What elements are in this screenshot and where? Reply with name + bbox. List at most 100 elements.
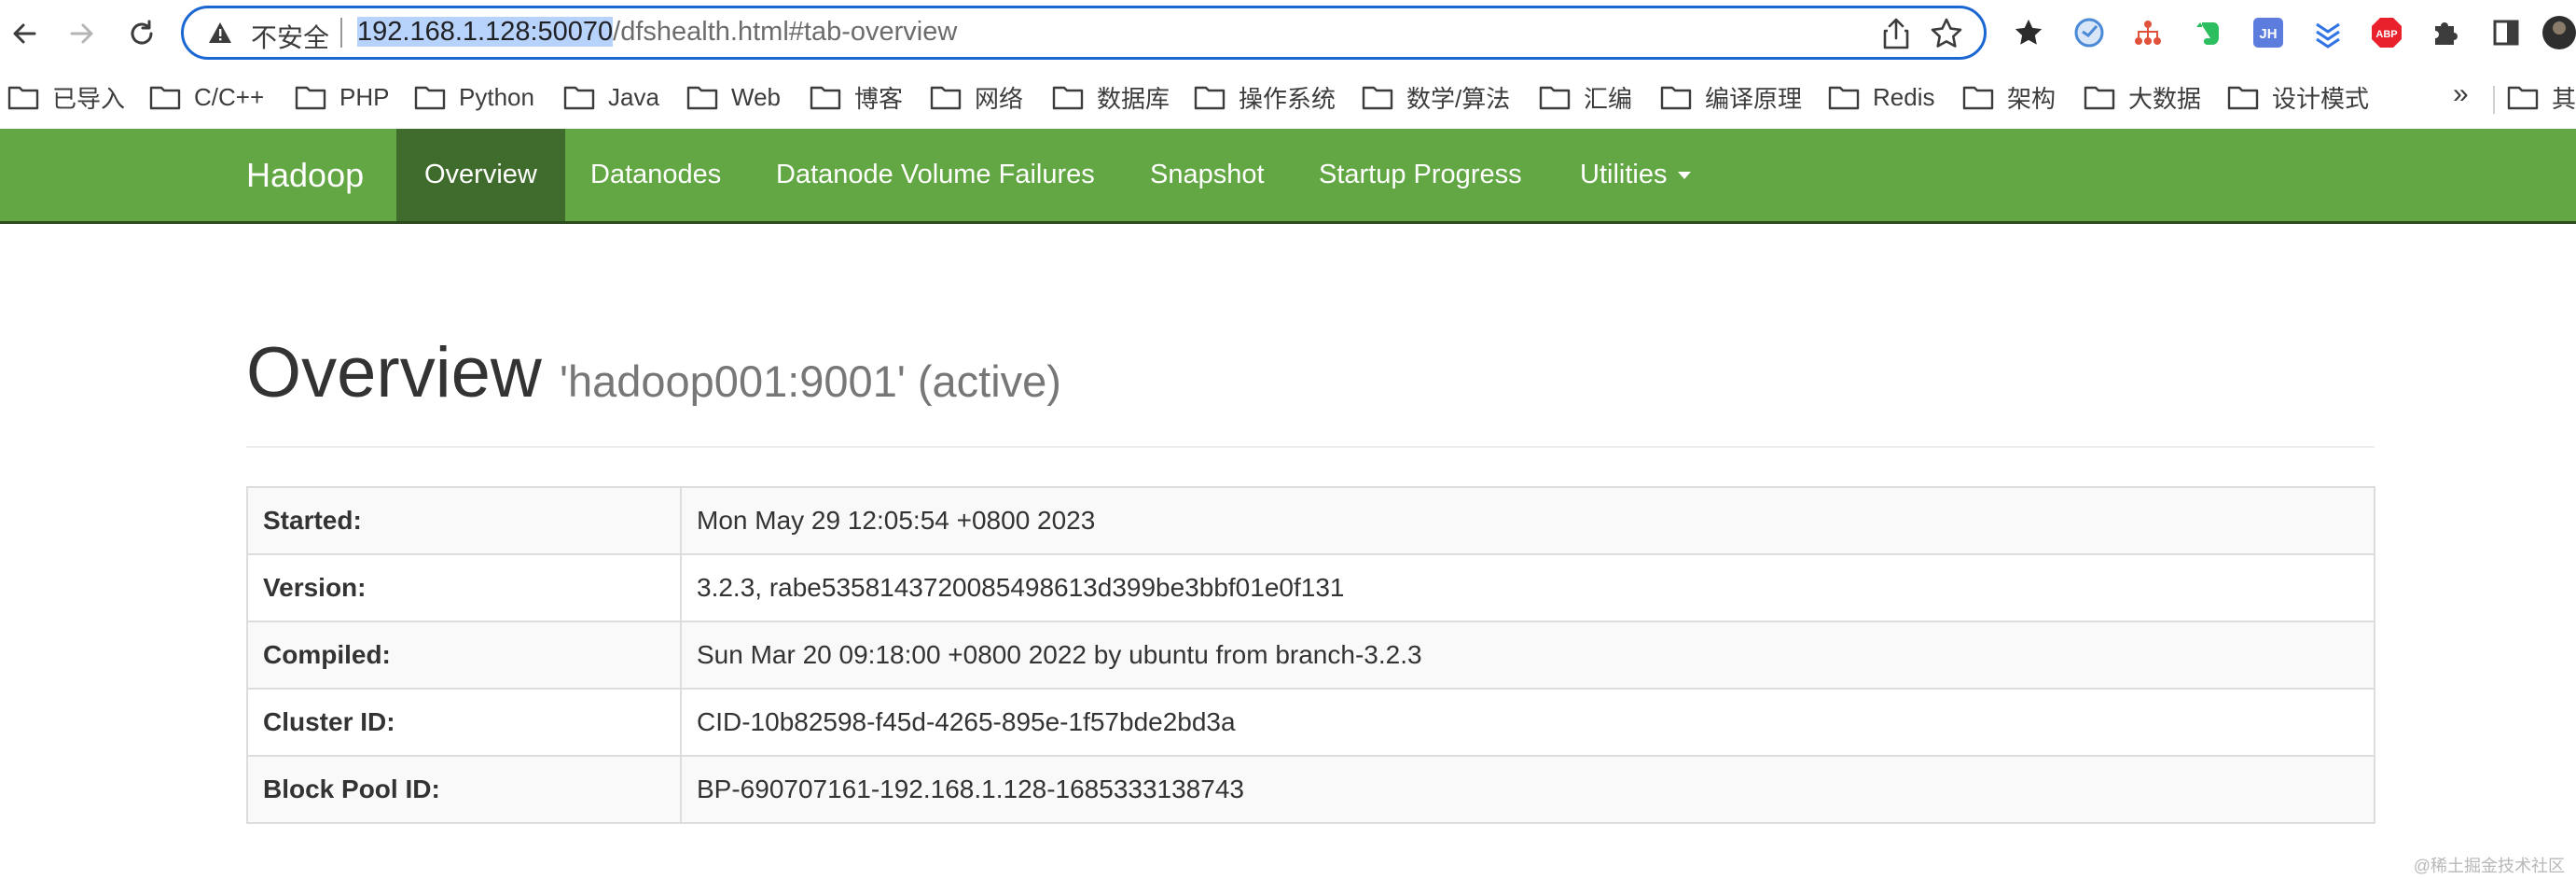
puzzle-icon (2435, 22, 2458, 45)
jh-extension[interactable]: JH (2251, 15, 2286, 50)
url-host: 192.168.1.128:50070 (357, 17, 614, 47)
insecure-label[interactable]: 不安全 (251, 18, 329, 55)
title-divider (246, 446, 2375, 448)
folder-icon (2084, 86, 2115, 110)
folder-icon (414, 86, 446, 110)
row-value: BP-690707161-192.168.1.128-1685333138743 (680, 755, 2375, 824)
bookmarks-overflow-button[interactable]: » (2453, 78, 2469, 110)
folder-icon (686, 86, 718, 110)
nav-volume-failures-label: Datanode Volume Failures (776, 160, 1095, 189)
bookmark-folder[interactable]: C/C++ (149, 80, 264, 114)
reload-button[interactable] (121, 13, 162, 54)
bookmark-label: 编译原理 (1705, 84, 1803, 113)
table-row: Compiled: Sun Mar 20 09:18:00 +0800 2022 … (246, 621, 2375, 690)
nav-utilities-dropdown[interactable]: Utilities (1552, 129, 1719, 221)
vpn-icon (2074, 18, 2104, 48)
folder-icon (1828, 86, 1860, 110)
svg-text:ABP: ABP (2375, 29, 2397, 40)
evernote-icon (2196, 22, 2219, 45)
row-label: Block Pool ID: (246, 755, 682, 824)
bookmark-label: Redis (1873, 82, 1935, 111)
folder-icon (1539, 86, 1571, 110)
network-extension[interactable] (2130, 15, 2166, 50)
bookmark-label: 博客 (854, 84, 904, 113)
bookmark-star-icon[interactable] (1930, 17, 1963, 50)
share-icon[interactable] (1881, 17, 1911, 50)
bookmark-label: 数学/算法 (1406, 84, 1511, 113)
bookmark-label: 设计模式 (2272, 84, 2370, 113)
nav-datanodes-label: Datanodes (590, 160, 722, 189)
nav-overview-label: Overview (424, 160, 537, 189)
nav-utilities-label: Utilities (1580, 160, 1668, 189)
page-title: Overview (246, 333, 542, 412)
bookmark-folder[interactable]: 网络 (930, 80, 1023, 114)
adblock-extension[interactable]: ABP (2369, 15, 2404, 50)
bookmark-folder[interactable]: 博客 (810, 80, 903, 114)
bookmark-folder[interactable]: Redis (1828, 80, 1934, 114)
browser-toolbar: 不安全 192.168.1.128:50070/dfshealth.html#t… (0, 0, 2576, 67)
bookmark-folder[interactable]: 汇编 (1539, 80, 1632, 114)
bookmark-label: C/C++ (194, 82, 265, 111)
download-extension[interactable] (2310, 15, 2346, 50)
bookmark-label: 数据库 (1097, 84, 1170, 113)
row-value: Sun Mar 20 09:18:00 +0800 2022 by ubuntu… (680, 621, 2375, 690)
bookmark-folder[interactable]: 大数据 (2084, 80, 2201, 114)
bookmark-folder[interactable]: 数据库 (1052, 80, 1170, 114)
bookmark-label: 架构 (2007, 84, 2057, 113)
forward-button[interactable] (62, 13, 103, 54)
starred-extension[interactable] (2011, 15, 2046, 50)
profile-button[interactable] (2539, 15, 2576, 50)
bookmark-folder[interactable]: Java (563, 80, 659, 114)
folder-icon (1052, 86, 1084, 110)
folder-icon (563, 86, 595, 110)
folder-icon (295, 86, 326, 110)
row-label: Cluster ID: (246, 688, 682, 757)
forward-arrow-icon (70, 23, 93, 44)
hadoop-brand[interactable]: Hadoop (246, 156, 364, 195)
nav-overview[interactable]: Overview (396, 129, 565, 221)
bookmark-folder[interactable]: 已导入 (7, 80, 125, 114)
nav-startup-progress[interactable]: Startup Progress (1291, 129, 1550, 221)
folder-icon (2507, 86, 2539, 110)
bookmarks-separator (2493, 86, 2495, 114)
bookmark-folder[interactable]: 数学/算法 (1362, 80, 1510, 114)
download-icon (2316, 22, 2340, 49)
overview-table: Started: Mon May 29 12:05:54 +0800 2023 Ve… (246, 486, 2375, 824)
nav-datanode-volume-failures[interactable]: Datanode Volume Failures (748, 129, 1123, 221)
bookmark-label: PHP (339, 82, 390, 111)
folder-icon (930, 86, 962, 110)
svg-text:JH: JH (2259, 26, 2277, 42)
folder-icon (2227, 86, 2259, 110)
url-path: /dfshealth.html#tab-overview (613, 17, 958, 47)
abp-icon: ABP (2372, 18, 2402, 48)
back-button[interactable] (4, 13, 45, 54)
watermark: @稀土掘金技术社区 (2413, 857, 2565, 875)
url-text[interactable]: 192.168.1.128:50070/dfshealth.html#tab-o… (357, 17, 957, 48)
bookmark-label: Java (608, 82, 659, 111)
back-arrow-icon (13, 23, 36, 44)
folder-icon (149, 86, 181, 110)
other-bookmarks-folder[interactable]: 其 (2507, 80, 2576, 114)
address-bar[interactable]: 不安全 192.168.1.128:50070/dfshealth.html#t… (181, 6, 1987, 60)
nav-datanodes[interactable]: Datanodes (562, 129, 749, 221)
extensions-menu-button[interactable] (2428, 15, 2463, 50)
evernote-extension[interactable] (2191, 15, 2226, 50)
bookmark-folder[interactable]: PHP (295, 80, 389, 114)
bookmark-folder[interactable]: Python (414, 80, 534, 114)
side-panel-button[interactable] (2488, 15, 2524, 50)
bookmark-label: 已导入 (52, 84, 126, 113)
folder-icon (1362, 86, 1393, 110)
table-row: Started: Mon May 29 12:05:54 +0800 2023 (246, 486, 2375, 555)
bookmark-folder[interactable]: 架构 (1962, 80, 2056, 114)
bookmark-folder[interactable]: 设计模式 (2227, 80, 2369, 114)
nav-snapshot-label: Snapshot (1150, 160, 1265, 189)
nav-snapshot[interactable]: Snapshot (1122, 129, 1293, 221)
bookmark-label: 操作系统 (1239, 84, 1336, 113)
table-row: Version: 3.2.3, rabe5358143720085498613d3… (246, 553, 2375, 622)
folder-icon (1660, 86, 1692, 110)
folder-icon (1962, 86, 1994, 110)
bookmark-folder[interactable]: 编译原理 (1660, 80, 1802, 114)
bookmark-folder[interactable]: Web (686, 80, 781, 114)
bookmark-folder[interactable]: 操作系统 (1194, 80, 1336, 114)
vpn-extension[interactable] (2071, 15, 2107, 50)
